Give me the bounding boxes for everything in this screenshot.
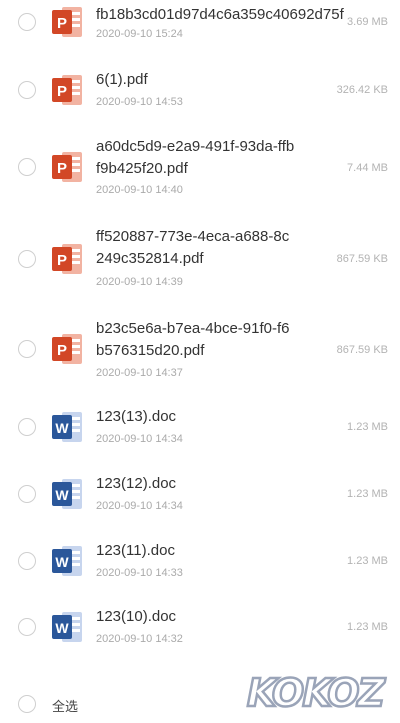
word-icon: W: [52, 612, 82, 642]
file-size: 326.42 KB: [336, 84, 388, 96]
select-radio[interactable]: [18, 81, 36, 99]
select-radio[interactable]: [18, 158, 36, 176]
file-size: 1.23 MB: [347, 421, 388, 433]
select-radio[interactable]: [18, 485, 36, 503]
file-size: 1.23 MB: [347, 488, 388, 500]
file-size: 867.59 KB: [336, 253, 388, 265]
file-row[interactable]: W 123(13).doc 2020-09-10 14:34 1.23 MB: [0, 398, 400, 458]
svg-text:P: P: [57, 160, 67, 177]
file-name: fb18b3cd01d97d4c6a359c40692d75f: [96, 6, 344, 23]
watermark-text: KOKOZ: [247, 671, 387, 715]
file-date: 2020-09-10 14:39: [96, 276, 183, 288]
file-name: b23c5e6a-b7ea-4bce-91f0-f6b576315d20.pdf: [96, 320, 290, 359]
svg-text:P: P: [57, 83, 67, 100]
file-date: 2020-09-10 14:40: [96, 184, 183, 196]
powerpoint-icon: P: [52, 244, 82, 274]
file-date: 2020-09-10 14:32: [96, 633, 183, 645]
file-size: 1.23 MB: [347, 555, 388, 567]
svg-text:W: W: [55, 487, 69, 503]
select-all-radio[interactable]: [18, 695, 36, 713]
word-icon: W: [52, 412, 82, 442]
file-size: 1.23 MB: [347, 621, 388, 633]
file-size: 867.59 KB: [336, 344, 388, 356]
svg-text:P: P: [57, 342, 67, 359]
file-row[interactable]: W 123(11).doc 2020-09-10 14:33 1.23 MB: [0, 532, 400, 592]
file-row[interactable]: P b23c5e6a-b7ea-4bce-91f0-f6b576315d20.p…: [0, 308, 400, 386]
file-name: a60dc5d9-e2a9-491f-93da-ffbf9b425f20.pdf: [96, 138, 295, 177]
word-icon: W: [52, 479, 82, 509]
select-all-label[interactable]: 全选: [52, 696, 78, 715]
svg-text:P: P: [57, 15, 67, 32]
file-row[interactable]: P 6(1).pdf 2020-09-10 14:53 326.42 KB: [0, 56, 400, 112]
file-date: 2020-09-10 14:37: [96, 367, 183, 379]
file-date: 2020-09-10 14:53: [96, 96, 183, 108]
file-row[interactable]: W 123(10).doc 2020-09-10 14:32 1.23 MB: [0, 598, 400, 658]
file-row[interactable]: P fb18b3cd01d97d4c6a359c40692d75f 2020-0…: [0, 0, 400, 44]
word-icon: W: [52, 546, 82, 576]
file-name: 123(13).doc: [96, 408, 177, 425]
file-date: 2020-09-10 15:24: [96, 28, 183, 40]
powerpoint-icon: P: [52, 7, 82, 37]
powerpoint-icon: P: [52, 152, 82, 182]
file-row[interactable]: P a60dc5d9-e2a9-491f-93da-ffbf9b425f20.p…: [0, 128, 400, 204]
powerpoint-icon: P: [52, 75, 82, 105]
svg-text:W: W: [55, 620, 69, 636]
select-radio[interactable]: [18, 250, 36, 268]
file-name: ff520887-773e-4eca-a688-8c249c352814.pdf: [96, 228, 290, 267]
file-size: 7.44 MB: [347, 162, 388, 174]
select-radio[interactable]: [18, 618, 36, 636]
watermark-logo: KOKOZ: [246, 670, 390, 717]
file-name: 123(10).doc: [96, 608, 177, 625]
file-row[interactable]: P ff520887-773e-4eca-a688-8c249c352814.p…: [0, 218, 400, 294]
svg-text:P: P: [57, 252, 67, 269]
file-name: 6(1).pdf: [96, 71, 148, 88]
file-row[interactable]: W 123(12).doc 2020-09-10 14:34 1.23 MB: [0, 465, 400, 525]
file-name: 123(12).doc: [96, 475, 177, 492]
svg-text:W: W: [55, 554, 69, 570]
select-radio[interactable]: [18, 13, 36, 31]
select-radio[interactable]: [18, 340, 36, 358]
file-size: 3.69 MB: [347, 16, 388, 28]
powerpoint-icon: P: [52, 334, 82, 364]
file-date: 2020-09-10 14:33: [96, 567, 183, 579]
file-date: 2020-09-10 14:34: [96, 500, 183, 512]
file-date: 2020-09-10 14:34: [96, 433, 183, 445]
select-radio[interactable]: [18, 418, 36, 436]
select-radio[interactable]: [18, 552, 36, 570]
svg-text:W: W: [55, 420, 69, 436]
file-name: 123(11).doc: [96, 542, 175, 559]
